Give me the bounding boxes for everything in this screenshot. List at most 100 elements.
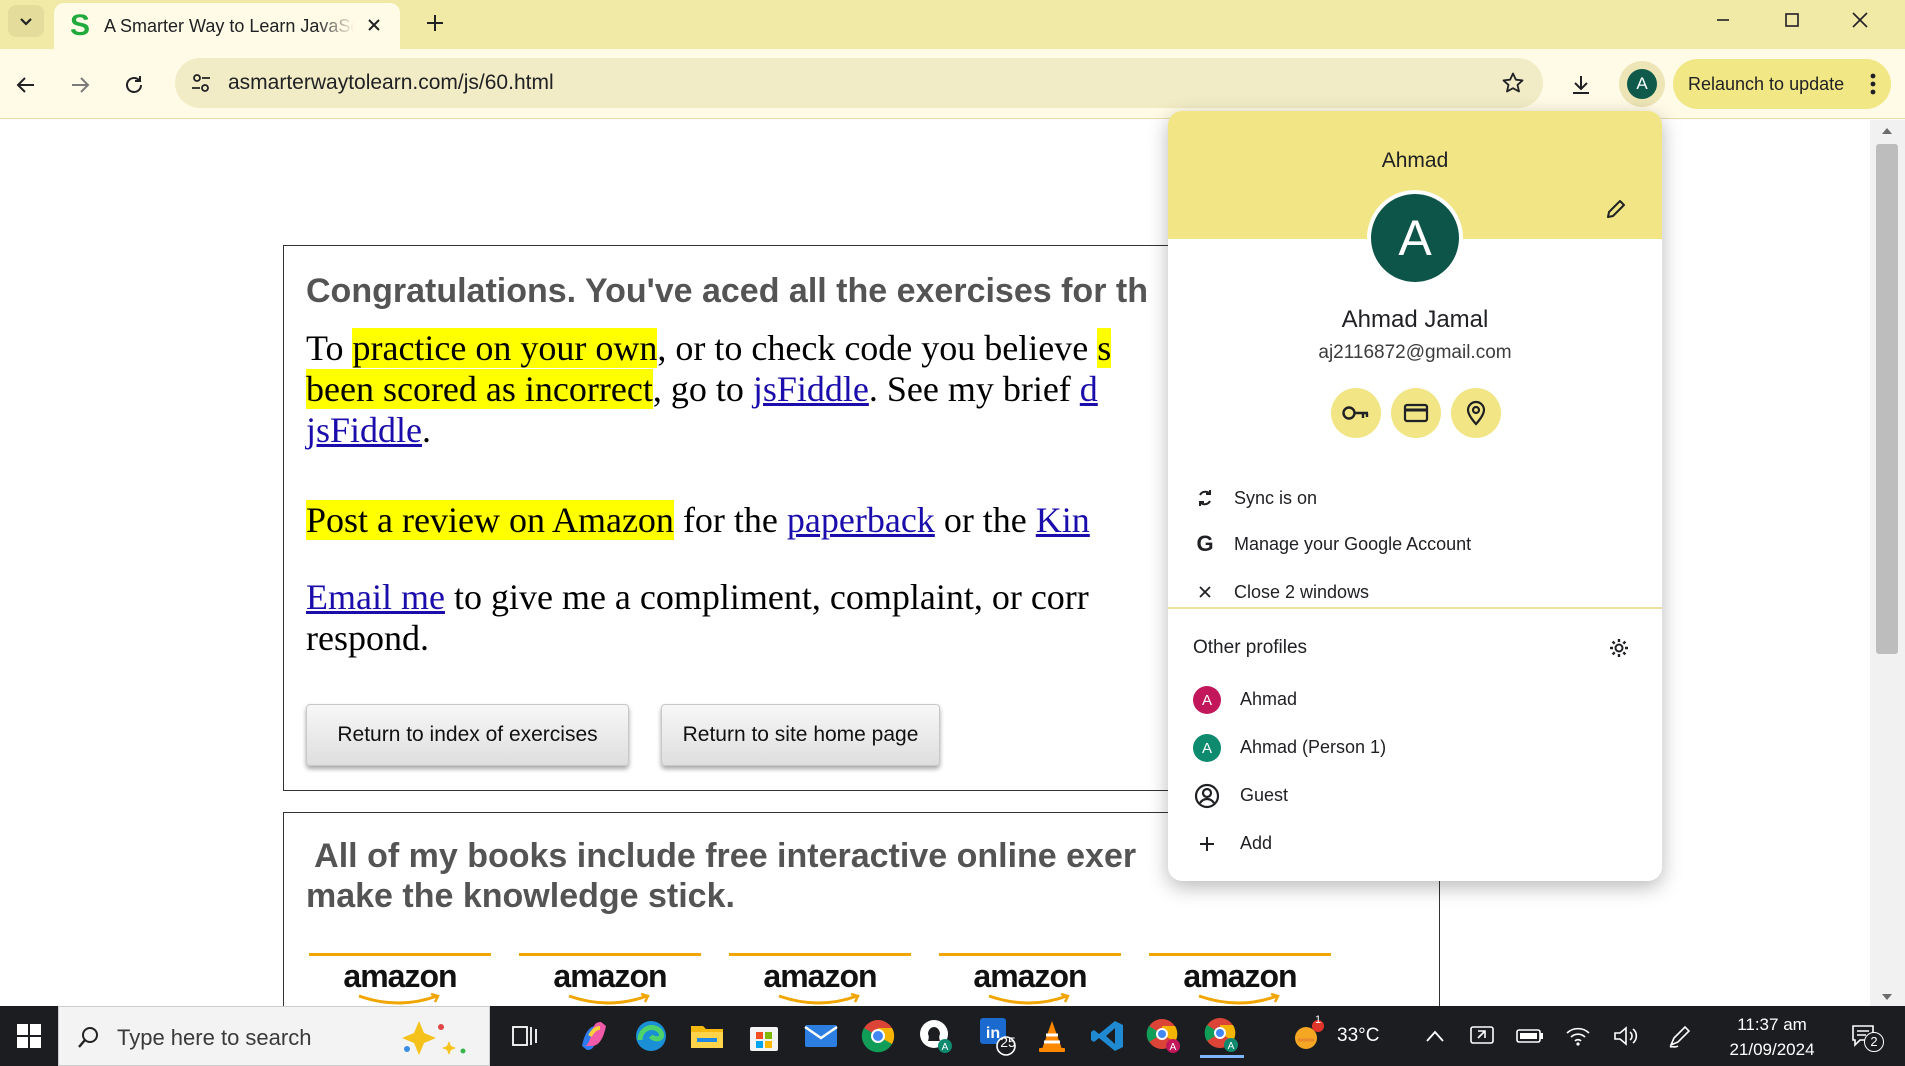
file-explorer-app-icon[interactable]: [685, 1014, 729, 1058]
sync-icon: [1190, 483, 1220, 513]
highlight-text: Post a review on Amazon: [306, 500, 674, 540]
scroll-down-icon[interactable]: [1881, 992, 1893, 1002]
profile-item-ahmad-person-1[interactable]: A Ahmad (Person 1): [1168, 725, 1662, 769]
chrome-profile-active-app-icon[interactable]: A: [1200, 1014, 1244, 1058]
tab-title: A Smarter Way to Learn JavaScript: [104, 15, 354, 36]
svg-text:A: A: [1228, 1041, 1235, 1052]
wifi-icon[interactable]: [1556, 1014, 1600, 1058]
profile-button[interactable]: A: [1619, 61, 1665, 107]
vertical-scrollbar[interactable]: [1870, 120, 1905, 1006]
plus-icon: [427, 15, 443, 31]
minimize-button[interactable]: [1688, 0, 1758, 40]
amazon-book-link[interactable]: amazon: [939, 953, 1121, 1006]
amazon-book-link[interactable]: amazon: [1149, 953, 1331, 1006]
scrollbar-thumb[interactable]: [1876, 144, 1898, 654]
highlight-text: been scored as incorrect: [306, 369, 653, 409]
show-hidden-icons-button[interactable]: [1413, 1014, 1457, 1058]
email-me-link[interactable]: Email me: [306, 577, 445, 617]
add-profile-item[interactable]: Add: [1168, 821, 1662, 865]
return-to-home-button[interactable]: Return to site home page: [661, 704, 940, 766]
mail-app-icon[interactable]: [799, 1014, 843, 1058]
amazon-book-link[interactable]: amazon: [309, 953, 491, 1006]
forward-button[interactable]: [60, 65, 100, 105]
microsoft-store-app-icon[interactable]: [742, 1014, 786, 1058]
reload-icon: [126, 76, 142, 93]
profile-item-ahmad[interactable]: A Ahmad: [1168, 677, 1662, 721]
tab-search-button[interactable]: [8, 5, 44, 37]
taskbar-clock[interactable]: 11:37 am 21/09/2024: [1712, 1012, 1832, 1062]
site-info-icon[interactable]: [187, 69, 215, 97]
jsfiddle-link-2[interactable]: jsFiddle: [306, 410, 422, 450]
amazon-book-link[interactable]: amazon: [729, 953, 911, 1006]
return-to-index-button[interactable]: Return to index of exercises: [306, 704, 629, 766]
location-pin-icon: [1466, 400, 1486, 426]
maximize-icon: [1785, 13, 1799, 27]
payment-methods-button[interactable]: [1391, 388, 1441, 438]
battery-icon[interactable]: [1508, 1014, 1552, 1058]
kindle-link[interactable]: Kin: [1036, 500, 1090, 540]
plus-icon: [1193, 830, 1221, 858]
edge-app-icon[interactable]: [629, 1014, 673, 1058]
relaunch-button[interactable]: Relaunch to update: [1673, 59, 1891, 109]
volume-icon[interactable]: [1604, 1014, 1648, 1058]
new-tab-button[interactable]: [418, 6, 452, 40]
linkedin-app-icon[interactable]: in 25: [974, 1014, 1018, 1058]
start-button[interactable]: [0, 1006, 58, 1066]
close-window-button[interactable]: [1825, 0, 1895, 40]
reload-button[interactable]: [114, 65, 154, 105]
edit-profile-button[interactable]: [1602, 195, 1630, 223]
taskbar-search-box[interactable]: Type here to search: [58, 1006, 490, 1066]
amazon-smile-icon: [778, 993, 860, 1005]
svg-text:A: A: [1170, 1042, 1177, 1053]
amazon-smile-icon: [358, 993, 440, 1005]
amazon-book-link[interactable]: amazon: [519, 953, 701, 1006]
page-heading: Congratulations. You've aced all the exe…: [306, 272, 1148, 310]
weather-widget[interactable]: 1: [1286, 1014, 1330, 1058]
back-button[interactable]: [6, 65, 46, 105]
manage-profiles-button[interactable]: [1606, 635, 1632, 661]
notification-center-button[interactable]: 2: [1842, 1014, 1886, 1058]
profile-name: Ahmad: [1240, 689, 1298, 709]
tab-close-button[interactable]: [362, 13, 386, 37]
profile-name: Ahmad (Person 1): [1240, 737, 1387, 757]
chrome-app-icon[interactable]: [856, 1014, 900, 1058]
guest-profile-item[interactable]: Guest: [1168, 773, 1662, 817]
sync-status-item[interactable]: Sync is on: [1168, 476, 1662, 520]
browser-tab[interactable]: S A Smarter Way to Learn JavaScript: [54, 3, 400, 49]
copilot-app-icon[interactable]: [572, 1014, 616, 1058]
device-icon[interactable]: [1460, 1014, 1504, 1058]
vlc-app-icon[interactable]: [1030, 1014, 1074, 1058]
more-menu-icon[interactable]: [1869, 72, 1877, 96]
search-icon: [75, 1023, 103, 1051]
url-text[interactable]: asmarterwaytolearn.com/js/60.html: [228, 71, 554, 95]
pen-icon[interactable]: [1658, 1014, 1702, 1058]
avatar: A: [1193, 734, 1221, 762]
github-desktop-app-icon[interactable]: A: [914, 1014, 958, 1058]
add-profile-label: Add: [1240, 833, 1273, 853]
jsfiddle-link[interactable]: jsFiddle: [753, 369, 869, 409]
paperback-link[interactable]: paperback: [787, 500, 935, 540]
manage-account-item[interactable]: G Manage your Google Account: [1168, 522, 1662, 566]
downloads-button[interactable]: [1561, 65, 1601, 105]
temperature[interactable]: 33°C: [1337, 1025, 1379, 1047]
scroll-up-icon[interactable]: [1881, 126, 1893, 136]
chrome-profile-a-app-icon[interactable]: A: [1142, 1014, 1186, 1058]
arrow-right-icon: [72, 77, 90, 93]
addresses-button[interactable]: [1451, 388, 1501, 438]
close-icon: [1190, 577, 1220, 607]
vscode-app-icon[interactable]: [1086, 1014, 1130, 1058]
maximize-button[interactable]: [1757, 0, 1827, 40]
key-icon: [1342, 406, 1369, 420]
bookmark-star-icon[interactable]: [1499, 69, 1527, 97]
close-icon: [1852, 12, 1868, 28]
passwords-button[interactable]: [1331, 388, 1381, 438]
demo-link[interactable]: d: [1080, 369, 1098, 409]
address-bar[interactable]: asmarterwaytolearn.com/js/60.html: [175, 58, 1543, 108]
chevron-up-icon: [1426, 1030, 1444, 1042]
guest-icon: [1193, 782, 1221, 810]
amazon-logo: amazon: [553, 958, 667, 994]
amazon-logo: amazon: [1183, 958, 1297, 994]
task-view-button[interactable]: [503, 1014, 547, 1058]
profile-email: aj2116872@gmail.com: [1318, 342, 1512, 363]
other-profiles-heading: Other profiles: [1193, 637, 1308, 658]
